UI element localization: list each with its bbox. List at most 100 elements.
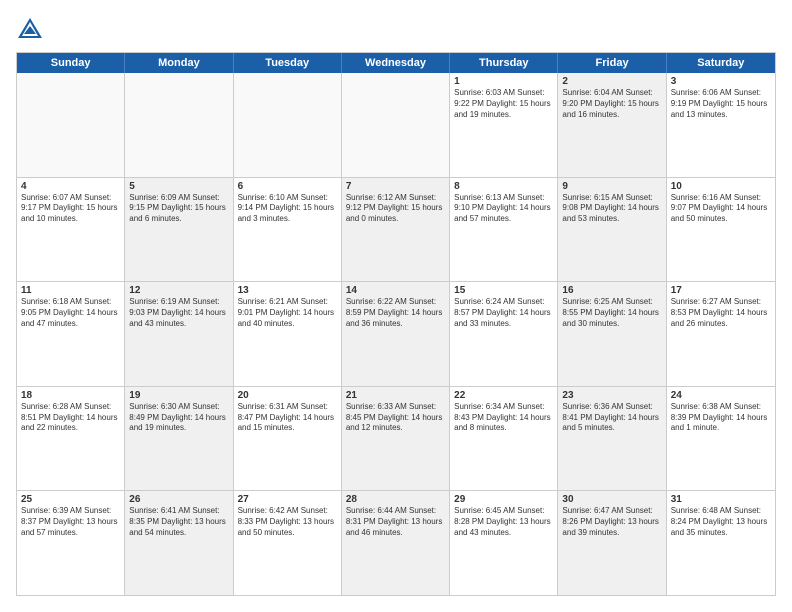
weekday-header-sunday: Sunday [17, 53, 125, 73]
day-number: 25 [21, 494, 120, 505]
calendar-cell-0-5: 2Sunrise: 6:04 AM Sunset: 9:20 PM Daylig… [558, 73, 666, 177]
day-number: 26 [129, 494, 228, 505]
day-number: 5 [129, 181, 228, 192]
header [16, 16, 776, 44]
calendar-cell-0-1 [125, 73, 233, 177]
calendar-cell-0-2 [234, 73, 342, 177]
day-info: Sunrise: 6:31 AM Sunset: 8:47 PM Dayligh… [238, 402, 337, 434]
weekday-header-wednesday: Wednesday [342, 53, 450, 73]
day-number: 9 [562, 181, 661, 192]
logo-icon [16, 16, 44, 44]
calendar-cell-2-6: 17Sunrise: 6:27 AM Sunset: 8:53 PM Dayli… [667, 282, 775, 386]
calendar-cell-2-4: 15Sunrise: 6:24 AM Sunset: 8:57 PM Dayli… [450, 282, 558, 386]
weekday-header-monday: Monday [125, 53, 233, 73]
day-number: 11 [21, 285, 120, 296]
day-number: 4 [21, 181, 120, 192]
calendar-cell-4-2: 27Sunrise: 6:42 AM Sunset: 8:33 PM Dayli… [234, 491, 342, 595]
day-info: Sunrise: 6:25 AM Sunset: 8:55 PM Dayligh… [562, 297, 661, 329]
day-info: Sunrise: 6:06 AM Sunset: 9:19 PM Dayligh… [671, 88, 771, 120]
day-number: 21 [346, 390, 445, 401]
calendar-cell-2-2: 13Sunrise: 6:21 AM Sunset: 9:01 PM Dayli… [234, 282, 342, 386]
calendar-row-0: 1Sunrise: 6:03 AM Sunset: 9:22 PM Daylig… [17, 73, 775, 177]
day-info: Sunrise: 6:45 AM Sunset: 8:28 PM Dayligh… [454, 506, 553, 538]
calendar-cell-3-1: 19Sunrise: 6:30 AM Sunset: 8:49 PM Dayli… [125, 387, 233, 491]
day-number: 23 [562, 390, 661, 401]
calendar-cell-2-0: 11Sunrise: 6:18 AM Sunset: 9:05 PM Dayli… [17, 282, 125, 386]
calendar-row-3: 18Sunrise: 6:28 AM Sunset: 8:51 PM Dayli… [17, 386, 775, 491]
day-info: Sunrise: 6:44 AM Sunset: 8:31 PM Dayligh… [346, 506, 445, 538]
day-info: Sunrise: 6:21 AM Sunset: 9:01 PM Dayligh… [238, 297, 337, 329]
day-number: 8 [454, 181, 553, 192]
calendar-cell-3-3: 21Sunrise: 6:33 AM Sunset: 8:45 PM Dayli… [342, 387, 450, 491]
calendar-cell-1-5: 9Sunrise: 6:15 AM Sunset: 9:08 PM Daylig… [558, 178, 666, 282]
calendar-cell-1-4: 8Sunrise: 6:13 AM Sunset: 9:10 PM Daylig… [450, 178, 558, 282]
day-number: 20 [238, 390, 337, 401]
day-info: Sunrise: 6:27 AM Sunset: 8:53 PM Dayligh… [671, 297, 771, 329]
day-info: Sunrise: 6:15 AM Sunset: 9:08 PM Dayligh… [562, 193, 661, 225]
day-info: Sunrise: 6:48 AM Sunset: 8:24 PM Dayligh… [671, 506, 771, 538]
calendar: SundayMondayTuesdayWednesdayThursdayFrid… [16, 52, 776, 596]
day-info: Sunrise: 6:19 AM Sunset: 9:03 PM Dayligh… [129, 297, 228, 329]
calendar-cell-0-3 [342, 73, 450, 177]
day-number: 14 [346, 285, 445, 296]
calendar-row-2: 11Sunrise: 6:18 AM Sunset: 9:05 PM Dayli… [17, 281, 775, 386]
day-number: 15 [454, 285, 553, 296]
calendar-cell-3-6: 24Sunrise: 6:38 AM Sunset: 8:39 PM Dayli… [667, 387, 775, 491]
day-number: 27 [238, 494, 337, 505]
day-info: Sunrise: 6:13 AM Sunset: 9:10 PM Dayligh… [454, 193, 553, 225]
calendar-cell-1-6: 10Sunrise: 6:16 AM Sunset: 9:07 PM Dayli… [667, 178, 775, 282]
day-number: 18 [21, 390, 120, 401]
day-info: Sunrise: 6:38 AM Sunset: 8:39 PM Dayligh… [671, 402, 771, 434]
day-info: Sunrise: 6:10 AM Sunset: 9:14 PM Dayligh… [238, 193, 337, 225]
day-number: 7 [346, 181, 445, 192]
logo [16, 16, 48, 44]
calendar-body: 1Sunrise: 6:03 AM Sunset: 9:22 PM Daylig… [17, 73, 775, 595]
day-number: 13 [238, 285, 337, 296]
day-info: Sunrise: 6:39 AM Sunset: 8:37 PM Dayligh… [21, 506, 120, 538]
day-info: Sunrise: 6:28 AM Sunset: 8:51 PM Dayligh… [21, 402, 120, 434]
calendar-cell-1-3: 7Sunrise: 6:12 AM Sunset: 9:12 PM Daylig… [342, 178, 450, 282]
day-info: Sunrise: 6:18 AM Sunset: 9:05 PM Dayligh… [21, 297, 120, 329]
day-info: Sunrise: 6:36 AM Sunset: 8:41 PM Dayligh… [562, 402, 661, 434]
calendar-cell-3-5: 23Sunrise: 6:36 AM Sunset: 8:41 PM Dayli… [558, 387, 666, 491]
day-number: 1 [454, 76, 553, 87]
calendar-cell-4-3: 28Sunrise: 6:44 AM Sunset: 8:31 PM Dayli… [342, 491, 450, 595]
weekday-header-saturday: Saturday [667, 53, 775, 73]
day-number: 16 [562, 285, 661, 296]
weekday-header-friday: Friday [558, 53, 666, 73]
calendar-cell-4-1: 26Sunrise: 6:41 AM Sunset: 8:35 PM Dayli… [125, 491, 233, 595]
calendar-cell-4-6: 31Sunrise: 6:48 AM Sunset: 8:24 PM Dayli… [667, 491, 775, 595]
day-info: Sunrise: 6:09 AM Sunset: 9:15 PM Dayligh… [129, 193, 228, 225]
day-number: 19 [129, 390, 228, 401]
day-number: 30 [562, 494, 661, 505]
day-info: Sunrise: 6:42 AM Sunset: 8:33 PM Dayligh… [238, 506, 337, 538]
day-number: 17 [671, 285, 771, 296]
calendar-cell-2-1: 12Sunrise: 6:19 AM Sunset: 9:03 PM Dayli… [125, 282, 233, 386]
day-number: 6 [238, 181, 337, 192]
day-number: 12 [129, 285, 228, 296]
day-number: 24 [671, 390, 771, 401]
day-info: Sunrise: 6:22 AM Sunset: 8:59 PM Dayligh… [346, 297, 445, 329]
calendar-cell-1-0: 4Sunrise: 6:07 AM Sunset: 9:17 PM Daylig… [17, 178, 125, 282]
day-info: Sunrise: 6:41 AM Sunset: 8:35 PM Dayligh… [129, 506, 228, 538]
calendar-row-1: 4Sunrise: 6:07 AM Sunset: 9:17 PM Daylig… [17, 177, 775, 282]
day-info: Sunrise: 6:34 AM Sunset: 8:43 PM Dayligh… [454, 402, 553, 434]
weekday-header-tuesday: Tuesday [234, 53, 342, 73]
calendar-cell-2-5: 16Sunrise: 6:25 AM Sunset: 8:55 PM Dayli… [558, 282, 666, 386]
day-info: Sunrise: 6:30 AM Sunset: 8:49 PM Dayligh… [129, 402, 228, 434]
weekday-header-thursday: Thursday [450, 53, 558, 73]
calendar-row-4: 25Sunrise: 6:39 AM Sunset: 8:37 PM Dayli… [17, 490, 775, 595]
day-number: 2 [562, 76, 661, 87]
day-info: Sunrise: 6:03 AM Sunset: 9:22 PM Dayligh… [454, 88, 553, 120]
calendar-cell-4-0: 25Sunrise: 6:39 AM Sunset: 8:37 PM Dayli… [17, 491, 125, 595]
calendar-cell-3-2: 20Sunrise: 6:31 AM Sunset: 8:47 PM Dayli… [234, 387, 342, 491]
calendar-cell-1-1: 5Sunrise: 6:09 AM Sunset: 9:15 PM Daylig… [125, 178, 233, 282]
day-number: 29 [454, 494, 553, 505]
calendar-header: SundayMondayTuesdayWednesdayThursdayFrid… [17, 53, 775, 73]
calendar-cell-4-4: 29Sunrise: 6:45 AM Sunset: 8:28 PM Dayli… [450, 491, 558, 595]
day-info: Sunrise: 6:04 AM Sunset: 9:20 PM Dayligh… [562, 88, 661, 120]
calendar-cell-1-2: 6Sunrise: 6:10 AM Sunset: 9:14 PM Daylig… [234, 178, 342, 282]
calendar-cell-3-4: 22Sunrise: 6:34 AM Sunset: 8:43 PM Dayli… [450, 387, 558, 491]
day-number: 31 [671, 494, 771, 505]
day-number: 22 [454, 390, 553, 401]
